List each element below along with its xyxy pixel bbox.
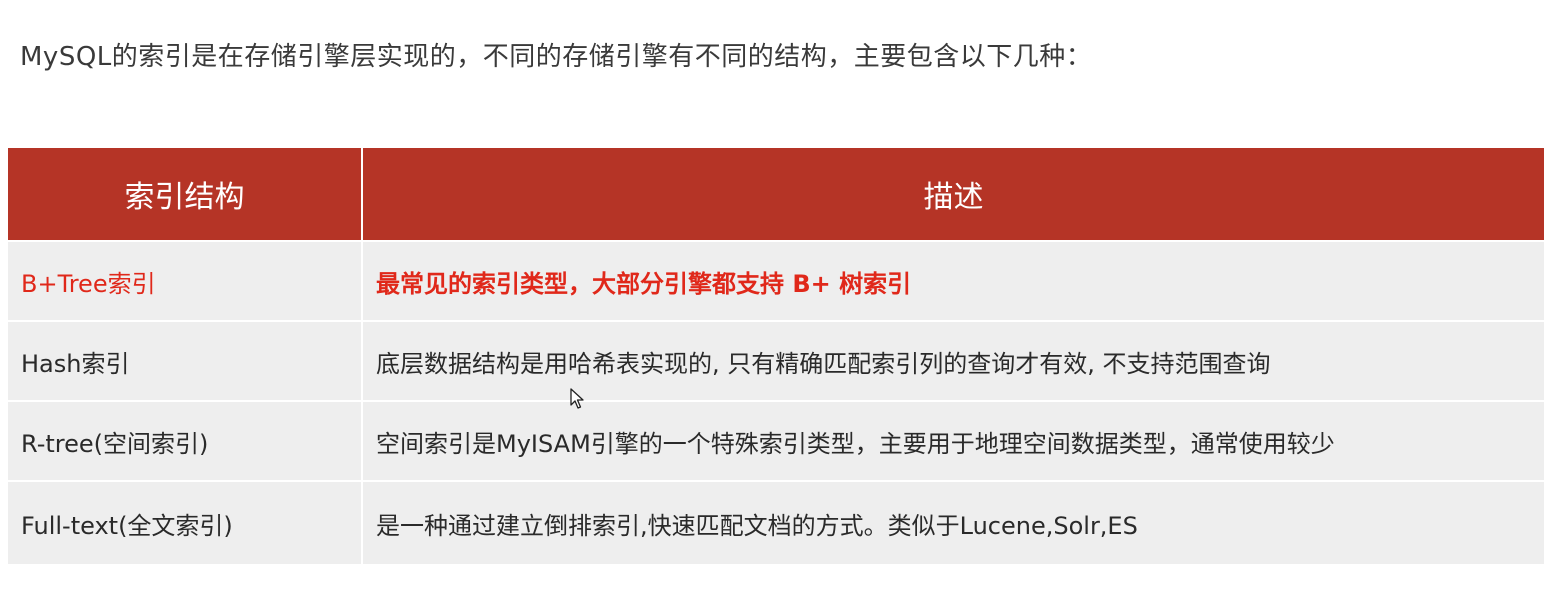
intro-text: MySQL的索引是在存储引擎层实现的，不同的存储引擎有不同的结构，主要包含以下几…: [20, 42, 1093, 72]
cell-description: 是一种通过建立倒排索引,快速匹配文档的方式。类似于Lucene,Solr,ES: [362, 481, 1544, 566]
table-row: Full-text(全文索引) 是一种通过建立倒排索引,快速匹配文档的方式。类似…: [8, 481, 1544, 566]
table-header-row: 索引结构 描述: [8, 148, 1544, 242]
table-row: R-tree(空间索引) 空间索引是MyISAM引擎的一个特殊索引类型，主要用于…: [8, 401, 1544, 482]
cell-structure: R-tree(空间索引): [8, 401, 363, 482]
mouse-pointer-icon: [570, 388, 584, 409]
index-structure-table: 索引结构 描述 B+Tree索引 最常见的索引类型，大部分引擎都支持 B+ 树索…: [8, 148, 1544, 566]
cell-structure: B+Tree索引: [8, 241, 363, 322]
cell-description: 空间索引是MyISAM引擎的一个特殊索引类型，主要用于地理空间数据类型，通常使用…: [362, 401, 1544, 482]
slide-page: MySQL的索引是在存储引擎层实现的，不同的存储引擎有不同的结构，主要包含以下几…: [0, 0, 1568, 593]
table-row: B+Tree索引 最常见的索引类型，大部分引擎都支持 B+ 树索引: [8, 241, 1544, 322]
cell-structure: Hash索引: [8, 321, 363, 402]
cell-structure: Full-text(全文索引): [8, 481, 363, 566]
header-structure: 索引结构: [8, 148, 363, 242]
cell-description: 最常见的索引类型，大部分引擎都支持 B+ 树索引: [362, 241, 1544, 322]
table-row: Hash索引 底层数据结构是用哈希表实现的, 只有精确匹配索引列的查询才有效, …: [8, 321, 1544, 402]
cell-description: 底层数据结构是用哈希表实现的, 只有精确匹配索引列的查询才有效, 不支持范围查询: [362, 321, 1544, 402]
header-description: 描述: [362, 148, 1544, 242]
